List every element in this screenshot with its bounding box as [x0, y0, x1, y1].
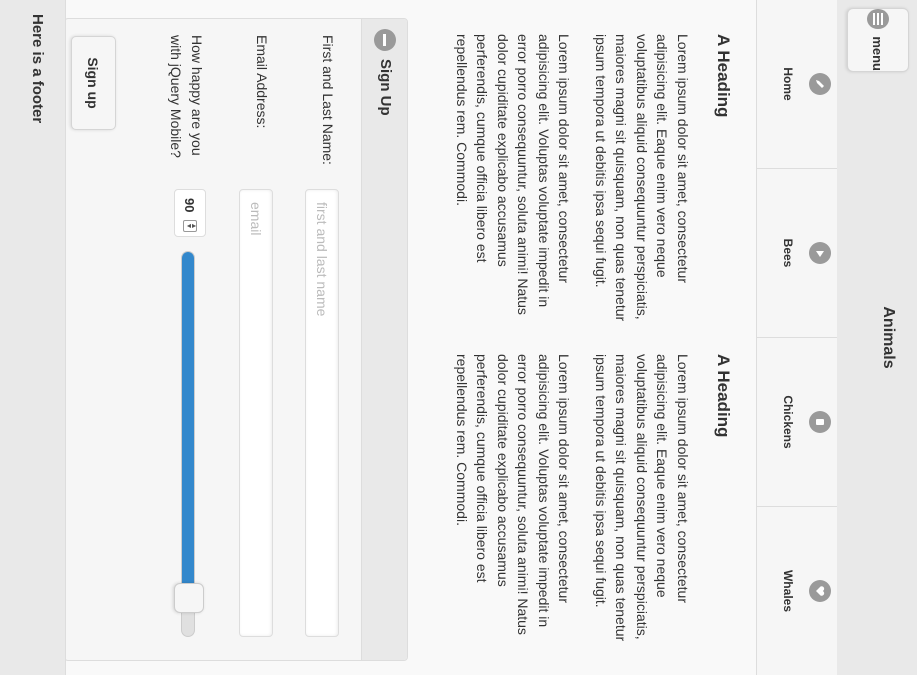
nav-item-whales[interactable]: Whales — [757, 507, 837, 675]
page-title: Animals — [880, 306, 897, 369]
navbar: Home Bees Chickens Whales — [756, 0, 837, 675]
happiness-slider-fill — [182, 252, 194, 599]
nav-item-bees[interactable]: Bees — [757, 169, 837, 338]
happiness-label: How happy are you with jQuery Mobile? — [168, 35, 205, 158]
nav-item-label: Home — [781, 67, 795, 101]
spinner-icon[interactable]: ▲ ▼ — [183, 220, 197, 232]
happiness-number-input[interactable]: 90 ▲ ▼ — [174, 189, 206, 237]
happiness-value: 90 — [182, 198, 198, 213]
block-paragraph: Lorem ipsum dolor sit amet, consectetur … — [593, 34, 691, 322]
content-block: A Heading Lorem ipsum dolor sit amet, co… — [436, 354, 758, 646]
block-heading: A Heading — [714, 354, 733, 438]
header: menu Animals — [836, 0, 917, 675]
nav-item-label: Bees — [781, 238, 795, 268]
signup-button[interactable]: Sign up — [71, 36, 116, 130]
heart-icon — [809, 580, 831, 602]
signup-title: Sign Up — [377, 59, 394, 116]
nav-item-label: Chickens — [781, 395, 795, 449]
email-input[interactable] — [239, 189, 273, 637]
name-input[interactable] — [305, 189, 339, 637]
footer: Here is a footer — [0, 0, 66, 675]
tablet-icon — [809, 411, 831, 433]
nav-item-home[interactable]: Home — [757, 0, 837, 169]
play-icon — [809, 242, 831, 264]
block-paragraph: Lorem ipsum dolor sit amet, consectetur … — [593, 354, 691, 642]
block-paragraph: Lorem ipsum dolor sit amet, consectetur … — [454, 354, 573, 635]
name-label: First and Last Name: — [320, 35, 336, 165]
minus-icon — [374, 29, 396, 51]
block-paragraph: Lorem ipsum dolor sit amet, consectetur … — [454, 34, 573, 315]
happiness-slider-track[interactable] — [181, 251, 195, 637]
content-block: A Heading Lorem ipsum dolor sit amet, co… — [436, 34, 758, 326]
signup-collapsible-header[interactable]: Sign Up — [361, 19, 407, 660]
happiness-slider-handle[interactable] — [174, 583, 204, 613]
menu-button[interactable]: menu — [847, 8, 909, 72]
app-page: menu Animals Home Bees Chickens Whales A… — [0, 0, 917, 675]
signup-collapsible: Sign Up First and Last Name: Email Addre… — [64, 18, 408, 661]
edit-icon — [809, 73, 831, 95]
footer-text: Here is a footer — [29, 14, 46, 124]
nav-item-chickens[interactable]: Chickens — [757, 338, 837, 507]
block-heading: A Heading — [714, 34, 733, 118]
email-label: Email Address: — [254, 35, 270, 129]
nav-item-label: Whales — [781, 569, 795, 612]
